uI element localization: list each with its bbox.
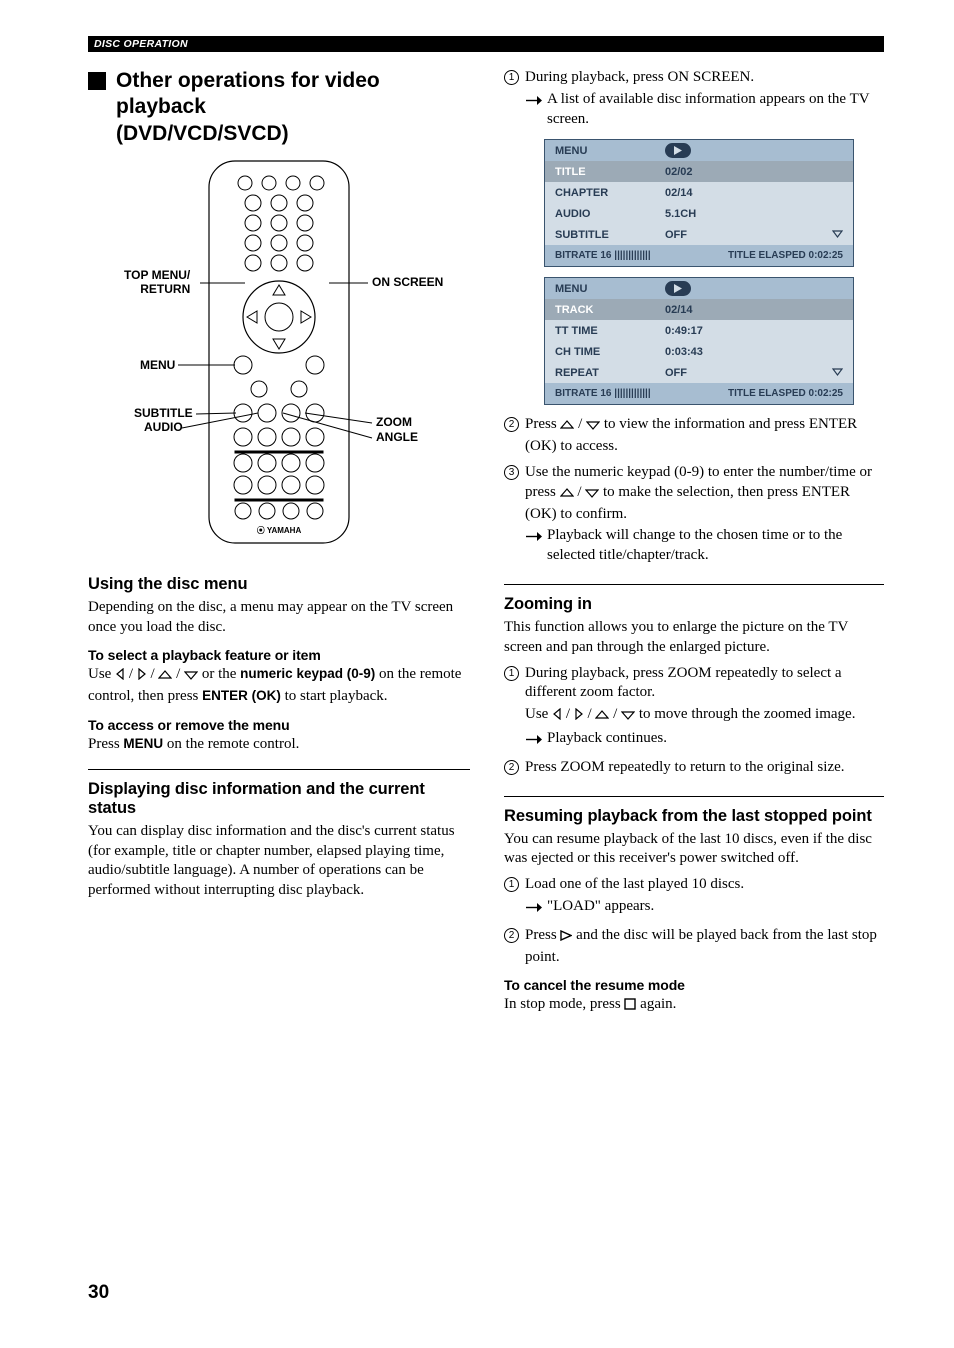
p-displaying: You can display disc information and the… bbox=[88, 822, 470, 901]
stop-icon bbox=[624, 997, 636, 1017]
osd-row-value: 02/14 bbox=[665, 304, 829, 316]
page-number: 30 bbox=[88, 1282, 109, 1304]
resume-step-1: 1 Load one of the last played 10 discs. … bbox=[504, 875, 884, 920]
osd-row-label: TITLE bbox=[555, 166, 665, 178]
h2-resuming: Resuming playback from the last stopped … bbox=[504, 807, 884, 826]
p-cancel-resume: In stop mode, press again. bbox=[504, 995, 884, 1017]
left-column: Other operations for video playback (DVD… bbox=[88, 62, 470, 1017]
osd2-footer-left: BITRATE 16 ||||||||||||| bbox=[555, 388, 651, 399]
callout-audio: AUDIO bbox=[144, 421, 183, 435]
h3-cancel-resume: To cancel the resume mode bbox=[504, 977, 884, 993]
zoom-step-1: 1 During playback, press ZOOM repeatedly… bbox=[504, 664, 884, 752]
callout-onscreen: ON SCREEN bbox=[372, 276, 443, 290]
h2-displaying: Displaying disc information and the curr… bbox=[88, 780, 470, 818]
osd-row-label: SUBTITLE bbox=[555, 229, 665, 241]
callout-angle: ANGLE bbox=[376, 431, 418, 445]
osd-row: TITLE02/02 bbox=[545, 161, 853, 182]
breadcrumb: DISC OPERATION bbox=[88, 36, 884, 52]
remote-illustration: ⦿ YAMAHA TOP MENU/ RETURN ON SCREEN MENU… bbox=[88, 155, 470, 565]
right-icon bbox=[574, 707, 584, 727]
osd-table-1: MENU TITLE02/02CHAPTER02/14AUDIO5.1CHSUB… bbox=[544, 139, 854, 267]
osd-row: TRACK02/14 bbox=[545, 299, 853, 320]
osd2-footer-right: TITLE ELASPED 0:02:25 bbox=[728, 388, 843, 399]
osd-row-value: 02/02 bbox=[665, 166, 829, 178]
h3-access-remove: To access or remove the menu bbox=[88, 717, 470, 733]
osd-row-value: OFF bbox=[665, 229, 829, 241]
osd-row: TT TIME0:49:17 bbox=[545, 320, 853, 341]
up-icon bbox=[560, 417, 574, 437]
circled-2-icon: 2 bbox=[504, 760, 519, 775]
step-3: 3 Use the numeric keypad (0-9) to enter … bbox=[504, 463, 884, 566]
up-icon bbox=[595, 707, 609, 727]
arrow-right-icon bbox=[525, 900, 543, 920]
osd-row-label: CH TIME bbox=[555, 346, 665, 358]
osd-row-label: TT TIME bbox=[555, 325, 665, 337]
p-zooming: This function allows you to enlarge the … bbox=[504, 618, 884, 658]
callout-menu: MENU bbox=[140, 359, 175, 373]
osd-row-value: 0:49:17 bbox=[665, 325, 829, 337]
circled-1-icon: 1 bbox=[504, 666, 519, 681]
section-title-line2: (DVD/VCD/SVCD) bbox=[116, 121, 470, 147]
osd-row-label: TRACK bbox=[555, 304, 665, 316]
zoom-step-2: 2 Press ZOOM repeatedly to return to the… bbox=[504, 758, 884, 778]
step-1: 1 During playback, press ON SCREEN. A li… bbox=[504, 68, 884, 129]
resume-step-2: 2 Press and the disc will be played back… bbox=[504, 926, 884, 968]
h2-using-disc-menu: Using the disc menu bbox=[88, 575, 470, 594]
play-icon bbox=[560, 928, 572, 948]
osd-row-value: OFF bbox=[665, 367, 829, 379]
p-access-remove: Press MENU on the remote control. bbox=[88, 735, 470, 755]
circled-2-icon: 2 bbox=[504, 417, 519, 432]
down-icon bbox=[586, 417, 600, 437]
osd-row: CHAPTER02/14 bbox=[545, 182, 853, 203]
osd-row: REPEATOFF bbox=[545, 362, 853, 383]
osd-row-value: 02/14 bbox=[665, 187, 829, 199]
osd-table-2: MENU TRACK02/14TT TIME0:49:17CH TIME0:03… bbox=[544, 277, 854, 405]
osd2-menu-label: MENU bbox=[555, 283, 665, 295]
section-title-line1: Other operations for video playback bbox=[116, 68, 470, 121]
up-icon bbox=[560, 485, 574, 505]
osd-row-value: 0:03:43 bbox=[665, 346, 829, 358]
arrow-right-icon bbox=[525, 93, 543, 130]
play-pill-icon bbox=[665, 281, 691, 296]
osd-row-label: AUDIO bbox=[555, 208, 665, 220]
dropdown-triangle-icon bbox=[829, 229, 843, 241]
up-icon bbox=[158, 667, 172, 687]
p-resuming: You can resume playback of the last 10 d… bbox=[504, 830, 884, 870]
right-column: 1 During playback, press ON SCREEN. A li… bbox=[504, 62, 884, 1017]
arrow-right-icon bbox=[525, 732, 543, 752]
h2-zooming: Zooming in bbox=[504, 595, 884, 614]
circled-1-icon: 1 bbox=[504, 877, 519, 892]
h3-select-feature: To select a playback feature or item bbox=[88, 647, 470, 663]
left-icon bbox=[552, 707, 562, 727]
osd-row-label: CHAPTER bbox=[555, 187, 665, 199]
circled-2-icon: 2 bbox=[504, 928, 519, 943]
down-icon bbox=[585, 485, 599, 505]
left-icon bbox=[115, 667, 125, 687]
down-icon bbox=[184, 667, 198, 687]
osd-row-value: 5.1CH bbox=[665, 208, 829, 220]
arrow-right-icon bbox=[525, 529, 543, 566]
dropdown-triangle-icon bbox=[829, 367, 843, 379]
right-icon bbox=[137, 667, 147, 687]
p-using-disc-menu: Depending on the disc, a menu may appear… bbox=[88, 598, 470, 638]
circled-3-icon: 3 bbox=[504, 465, 519, 480]
osd1-footer-right: TITLE ELASPED 0:02:25 bbox=[728, 250, 843, 261]
callout-zoom: ZOOM bbox=[376, 416, 412, 430]
p-select-feature: Use / / / or the numeric keypad (0-9) on… bbox=[88, 665, 470, 707]
osd1-menu-label: MENU bbox=[555, 145, 665, 157]
step-2: 2 Press / to view the information and pr… bbox=[504, 415, 884, 457]
circled-1-icon: 1 bbox=[504, 70, 519, 85]
osd-row-label: REPEAT bbox=[555, 367, 665, 379]
play-pill-icon bbox=[665, 143, 691, 158]
osd-row: SUBTITLEOFF bbox=[545, 224, 853, 245]
osd1-footer-left: BITRATE 16 ||||||||||||| bbox=[555, 250, 651, 261]
osd-row: CH TIME0:03:43 bbox=[545, 341, 853, 362]
callout-subtitle: SUBTITLE bbox=[134, 407, 193, 421]
down-icon bbox=[621, 707, 635, 727]
callout-topmenu: TOP MENU/ RETURN bbox=[124, 269, 190, 297]
section-bullet-icon bbox=[88, 72, 106, 90]
osd-row: AUDIO5.1CH bbox=[545, 203, 853, 224]
